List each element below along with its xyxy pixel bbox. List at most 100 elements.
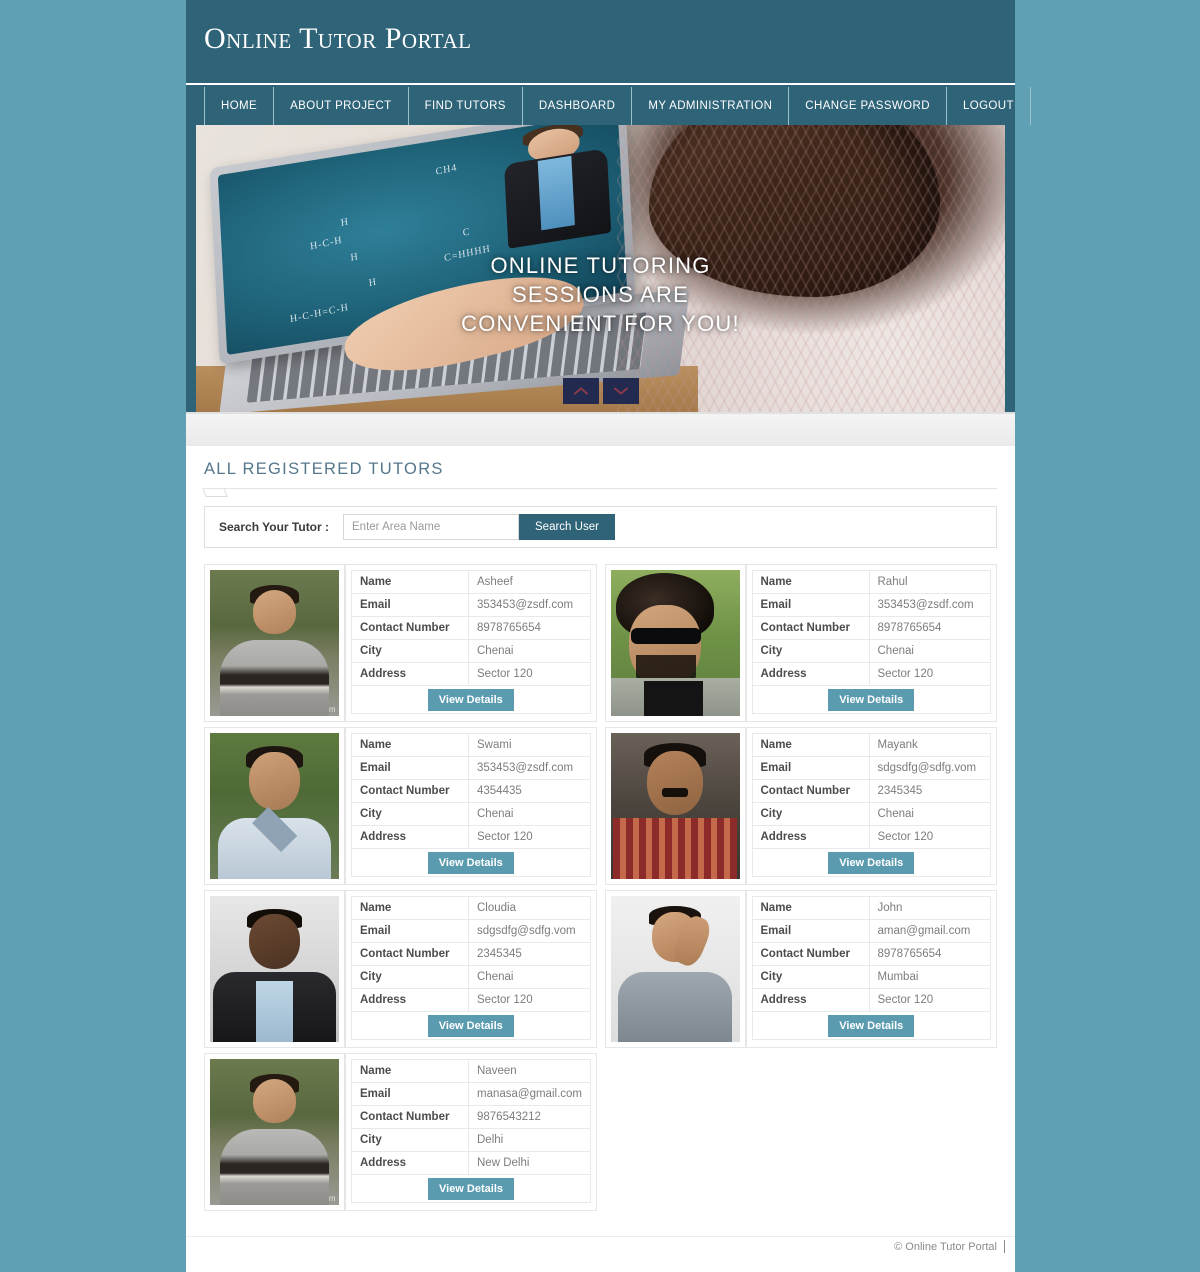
field-value-email: 353453@zsdf.com — [868, 593, 991, 617]
table-row: Contact Number 8978765654 — [751, 942, 991, 966]
field-label-address: Address — [751, 662, 870, 686]
view-details-button[interactable]: View Details — [427, 851, 514, 874]
field-label-email: Email — [351, 1082, 469, 1106]
tutor-card: Name John Email aman@gmail.com Contact Numbe… — [601, 890, 997, 1053]
field-value-name: Mayank — [868, 733, 991, 757]
nav-item-change-password[interactable]: CHANGE PASSWORD — [789, 87, 947, 125]
carousel-prev-button[interactable] — [562, 378, 599, 404]
table-row: Email sdgsdfg@sdfg.vom — [751, 756, 991, 780]
carousel-next-button[interactable] — [602, 378, 639, 404]
nav-item-my-administration[interactable]: MY ADMINISTRATION — [632, 87, 790, 125]
field-value-contact-number: 8978765654 — [868, 942, 991, 966]
main-navigation: HOME ABOUT PROJECT FIND TUTORS DASHBOARD MY … — [186, 83, 1031, 125]
field-value-email: 353453@zsdf.com — [468, 756, 591, 780]
nav-item-find-tutors[interactable]: FIND TUTORS — [409, 87, 523, 125]
tutor-grid: dreamstime.com Name Asheef Email 353453@zsdf… — [204, 564, 997, 1216]
tutor-photo: dreamstime.com — [210, 570, 339, 716]
field-value-city: Delhi — [468, 1128, 591, 1152]
field-value-name: Naveen — [468, 1059, 591, 1083]
chalkboard-formula: H-C-H=C-H — [289, 302, 350, 326]
view-details-button[interactable]: View Details — [428, 1177, 514, 1200]
field-value-contact-number: 8978765654 — [868, 616, 991, 640]
table-row: Name Mayank — [751, 733, 991, 757]
tutor-details-table: Name Swami Email 353453@zsdf.com Contact Num… — [345, 727, 597, 885]
field-value-city: Chenai — [868, 639, 991, 663]
tutor-card: Name Mayank Email sdgsdfg@sdfg.vom Contact N… — [601, 727, 997, 890]
table-row: Contact Number 8978765654 — [351, 616, 591, 640]
view-details-button[interactable]: View Details — [427, 688, 514, 711]
site-footer: © Online Tutor Portal — [186, 1236, 1015, 1272]
field-label-contact-number: Contact Number — [751, 779, 870, 803]
field-label-email: Email — [751, 593, 870, 617]
view-details-button[interactable]: View Details — [828, 1014, 915, 1037]
view-details-button[interactable]: View Details — [828, 851, 915, 874]
table-row: City Chenai — [351, 965, 591, 989]
tutor-photo — [610, 896, 740, 1042]
table-row: Address Sector 120 — [751, 662, 991, 686]
view-details-button[interactable]: View Details — [828, 688, 915, 711]
tutor-details-table: Name Rahul Email 353453@zsdf.com Contact Num… — [745, 564, 997, 722]
hero-slide: CH4 H H-C-H H C C=HHHH H H-C-H=C-H ONLIN… — [196, 125, 1005, 412]
field-value-city: Mumbai — [868, 965, 991, 989]
table-row: Email aman@gmail.com — [751, 919, 991, 943]
field-value-email: aman@gmail.com — [868, 919, 991, 943]
field-value-contact-number: 2345345 — [468, 942, 591, 966]
field-value-contact-number: 4354435 — [468, 779, 591, 803]
nav-item-logout[interactable]: LOGOUT — [947, 87, 1031, 125]
table-row: Name Asheef — [351, 570, 591, 594]
field-label-address: Address — [751, 988, 870, 1012]
view-details-button[interactable]: View Details — [427, 1014, 514, 1037]
chalkboard-formula: CH4 — [434, 162, 458, 179]
table-row: Email sdgsdfg@sdfg.vom — [351, 919, 591, 943]
field-label-name: Name — [351, 570, 469, 594]
table-row: City Chenai — [751, 639, 991, 663]
field-value-city: Chenai — [468, 965, 591, 989]
field-label-name: Name — [751, 896, 870, 920]
nav-item-about-project[interactable]: ABOUT PROJECT — [274, 87, 409, 125]
tutor-photo-cell — [204, 890, 345, 1048]
search-input[interactable] — [343, 514, 520, 540]
tutor-photo — [210, 896, 339, 1042]
hero-carousel: CH4 H H-C-H H C C=HHHH H H-C-H=C-H ONLIN… — [186, 125, 1015, 412]
field-label-address: Address — [351, 825, 469, 849]
table-row: View Details — [351, 848, 591, 877]
field-label-name: Name — [351, 896, 469, 920]
nav-item-home[interactable]: HOME — [204, 87, 275, 125]
chalkboard-formula: H — [350, 251, 360, 264]
field-value-address: Sector 120 — [468, 988, 591, 1012]
content-top-strip — [186, 412, 1015, 446]
field-label-contact-number: Contact Number — [351, 942, 469, 966]
tutor-photo — [210, 733, 339, 879]
chalkboard-formula: C=HHHH — [443, 243, 492, 265]
field-label-contact-number: Contact Number — [751, 942, 870, 966]
table-row: Address Sector 120 — [351, 662, 591, 686]
text-cursor — [1004, 1240, 1005, 1253]
tutor-photo-cell — [604, 890, 746, 1048]
field-label-city: City — [351, 1128, 469, 1152]
field-label-email: Email — [351, 756, 469, 780]
search-bar: Search Your Tutor : Search User — [204, 506, 997, 548]
table-row: Address New Delhi — [351, 1151, 591, 1175]
chalkboard-formula: C — [462, 226, 471, 239]
nav-list: HOME ABOUT PROJECT FIND TUTORS DASHBOARD MY … — [204, 85, 1031, 127]
table-row: Contact Number 4354435 — [351, 779, 591, 803]
nav-item-dashboard[interactable]: DASHBOARD — [523, 87, 633, 125]
table-row: City Chenai — [751, 802, 991, 826]
table-row: View Details — [751, 1011, 991, 1040]
tutor-photo-cell — [604, 564, 746, 722]
field-value-address: Sector 120 — [868, 662, 991, 686]
field-value-contact-number: 9876543212 — [468, 1105, 591, 1129]
content-panel: ALL REGISTERED TUTORS Search Your Tutor … — [186, 446, 1015, 1236]
table-row: City Chenai — [351, 802, 591, 826]
tutor-photo-cell: dreamstime.com — [204, 564, 345, 722]
field-label-contact-number: Contact Number — [351, 616, 469, 640]
search-user-button[interactable]: Search User — [519, 514, 615, 540]
field-value-email: 353453@zsdf.com — [468, 593, 591, 617]
field-label-email: Email — [351, 593, 469, 617]
field-label-address: Address — [751, 825, 870, 849]
table-row: Email manasa@gmail.com — [351, 1082, 591, 1106]
table-row: Email 353453@zsdf.com — [751, 593, 991, 617]
field-label-address: Address — [351, 988, 469, 1012]
site-brand-title: Online Tutor Portal — [204, 22, 472, 55]
field-value-contact-number: 8978765654 — [468, 616, 591, 640]
